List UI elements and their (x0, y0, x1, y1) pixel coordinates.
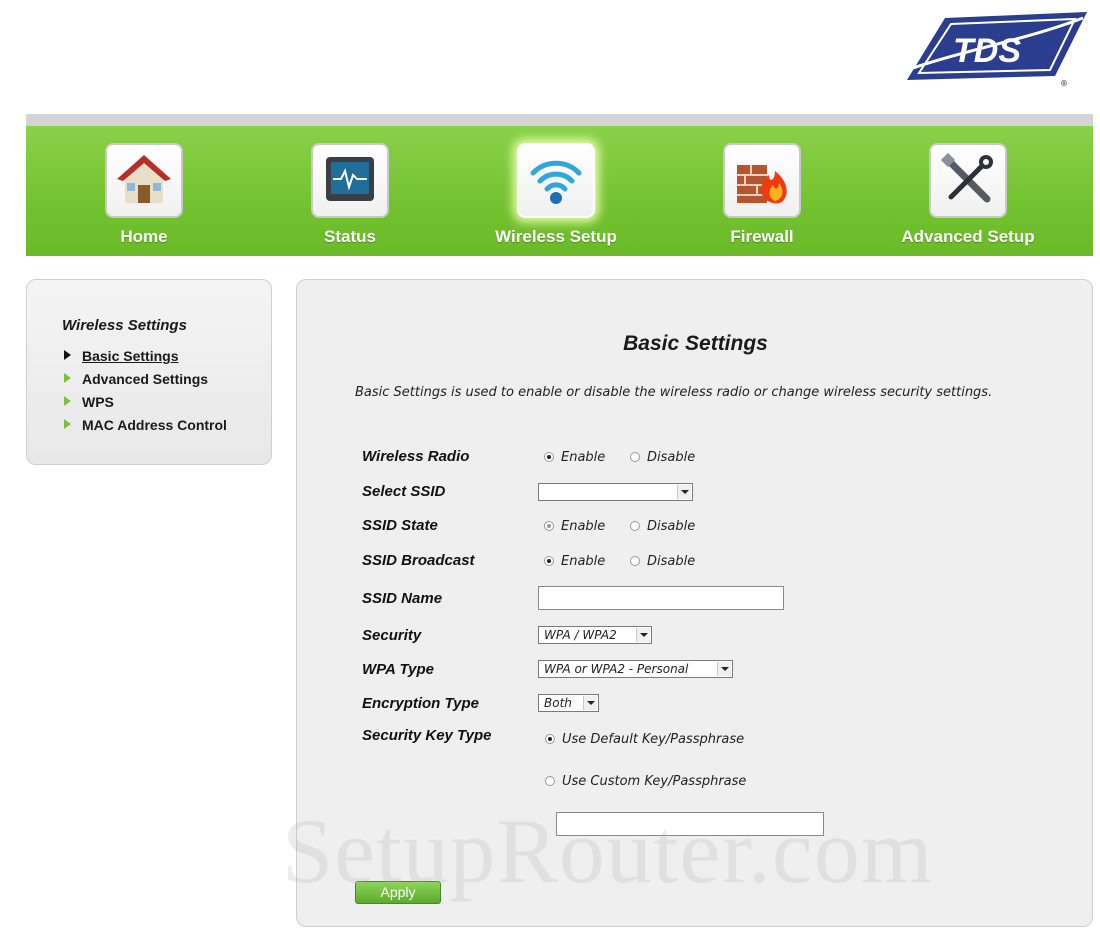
house-icon (117, 155, 171, 203)
radio-label: Use Custom Key/Passphrase (562, 774, 747, 789)
arrow-right-icon (64, 350, 71, 360)
nav-firewall-label[interactable]: Firewall (644, 227, 880, 247)
radio-label: Use Default Key/Passphrase (562, 732, 745, 747)
main-nav: Home Status Wireless Setup Firewall Adva… (26, 126, 1093, 256)
sidebar-item-label[interactable]: MAC Address Control (82, 417, 227, 433)
sidebar-item-label[interactable]: WPS (82, 394, 114, 410)
ssid-name-input[interactable] (538, 586, 784, 610)
main-panel: Basic Settings Basic Settings is used to… (296, 279, 1093, 927)
sidebar-item-wps[interactable]: WPS (64, 394, 114, 410)
radio-button[interactable] (544, 556, 554, 566)
nav-wireless-tile[interactable] (517, 143, 595, 218)
tds-logo-mark: TDS (907, 12, 1087, 80)
sidebar-item-label[interactable]: Advanced Settings (82, 371, 208, 387)
ssid-broadcast-enable[interactable]: Enable (544, 554, 605, 569)
firewall-icon (737, 165, 787, 204)
security-key-type-label: Security Key Type (362, 727, 492, 744)
nav-status-label[interactable]: Status (232, 227, 468, 247)
sidebar-item-basic-settings[interactable]: Basic Settings (64, 348, 178, 364)
radio-label: Disable (647, 554, 696, 569)
page-description: Basic Settings is used to enable or disa… (355, 385, 993, 400)
chevron-down-icon[interactable] (636, 628, 650, 642)
encryption-type-value: Both (544, 696, 572, 710)
wpa-type-label: WPA Type (362, 661, 434, 678)
ssid-state-label: SSID State (362, 517, 438, 534)
sidebar-title: Wireless Settings (62, 317, 187, 334)
wireless-radio-label: Wireless Radio (362, 448, 470, 465)
page-title: Basic Settings (623, 332, 768, 355)
logo-text: TDS (953, 32, 1021, 70)
ssid-name-label: SSID Name (362, 590, 443, 607)
nav-home[interactable]: Home (26, 126, 232, 256)
nav-advanced-label[interactable]: Advanced Setup (850, 227, 1086, 247)
nav-advanced-tile[interactable] (929, 143, 1007, 218)
arrow-right-icon (64, 396, 71, 406)
tools-icon (940, 152, 993, 203)
wireless-radio-disable[interactable]: Disable (630, 450, 695, 465)
radio-label: Disable (647, 450, 696, 465)
tds-logo: TDS ® (905, 10, 1090, 88)
apply-button[interactable]: Apply (355, 881, 441, 904)
nav-top-strip (26, 114, 1093, 126)
security-dropdown[interactable]: WPA / WPA2 (538, 626, 652, 644)
wifi-icon (530, 160, 582, 204)
chevron-down-icon[interactable] (717, 662, 731, 676)
ssid-state-enable[interactable]: Enable (544, 519, 605, 534)
chevron-down-icon[interactable] (583, 696, 597, 710)
nav-advanced-setup[interactable]: Advanced Setup (850, 126, 1056, 256)
nav-status[interactable]: Status (232, 126, 438, 256)
security-key-default-option[interactable]: Use Default Key/Passphrase (545, 732, 744, 747)
radio-button[interactable] (630, 521, 640, 531)
radio-label: Disable (647, 519, 696, 534)
registered-mark: ® (1060, 79, 1068, 88)
radio-label: Enable (561, 519, 606, 534)
nav-home-tile[interactable] (105, 143, 183, 218)
radio-button[interactable] (545, 776, 555, 786)
arrow-right-icon (64, 419, 71, 429)
monitor-icon (326, 157, 374, 201)
security-key-custom-option[interactable]: Use Custom Key/Passphrase (545, 774, 746, 789)
ssid-broadcast-label: SSID Broadcast (362, 552, 475, 569)
radio-label: Enable (561, 450, 606, 465)
ssid-state-disable[interactable]: Disable (630, 519, 695, 534)
select-ssid-dropdown[interactable] (538, 483, 693, 501)
arrow-right-icon (64, 373, 71, 383)
encryption-type-dropdown[interactable]: Both (538, 694, 599, 712)
wpa-type-value: WPA or WPA2 - Personal (544, 662, 689, 676)
nav-firewall-tile[interactable] (723, 143, 801, 218)
radio-button[interactable] (544, 521, 554, 531)
sidebar: Wireless Settings Basic Settings Advance… (26, 279, 272, 465)
chevron-down-icon[interactable] (677, 485, 691, 499)
custom-key-input[interactable] (556, 812, 824, 836)
nav-wireless-setup[interactable]: Wireless Setup (438, 126, 644, 256)
sidebar-item-label[interactable]: Basic Settings (82, 348, 178, 364)
encryption-type-label: Encryption Type (362, 695, 479, 712)
sidebar-item-advanced-settings[interactable]: Advanced Settings (64, 371, 208, 387)
security-value: WPA / WPA2 (544, 628, 617, 642)
nav-home-label[interactable]: Home (26, 227, 262, 247)
sidebar-item-mac-address-control[interactable]: MAC Address Control (64, 417, 227, 433)
radio-button[interactable] (545, 734, 555, 744)
ssid-broadcast-disable[interactable]: Disable (630, 554, 695, 569)
radio-button[interactable] (630, 556, 640, 566)
radio-button[interactable] (630, 452, 640, 462)
nav-firewall[interactable]: Firewall (644, 126, 850, 256)
wpa-type-dropdown[interactable]: WPA or WPA2 - Personal (538, 660, 733, 678)
select-ssid-label: Select SSID (362, 483, 446, 500)
radio-button[interactable] (544, 452, 554, 462)
nav-wireless-label[interactable]: Wireless Setup (438, 227, 674, 247)
security-label: Security (362, 627, 422, 644)
nav-status-tile[interactable] (311, 143, 389, 218)
wireless-radio-enable[interactable]: Enable (544, 450, 605, 465)
radio-label: Enable (561, 554, 606, 569)
